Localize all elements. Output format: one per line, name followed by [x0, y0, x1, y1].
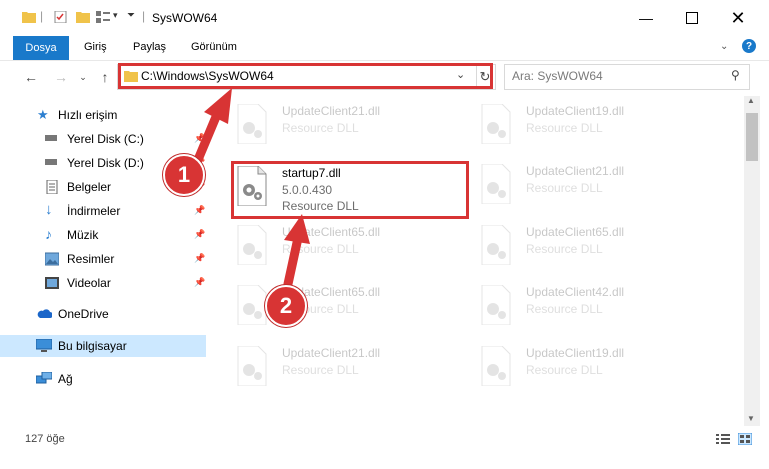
window-title: SysWOW64	[152, 11, 218, 25]
callout-badge-1: 1	[163, 154, 205, 196]
sidebar-item-label: Bu bilgisayar	[58, 339, 127, 353]
file-name: UpdateClient21.dll	[526, 164, 625, 178]
arrow-up-icon: ↑	[101, 69, 109, 85]
sidebar-item-label: Resimler	[67, 252, 115, 266]
tab-gorunum[interactable]: Görünüm	[191, 41, 237, 53]
scroll-up-icon[interactable]: ▲	[747, 96, 755, 105]
file-tile[interactable]: UpdateClient21.dll Resource DLL	[236, 346, 456, 402]
maximize-icon	[686, 12, 698, 24]
status-item-count: 127 öğe	[25, 433, 65, 445]
videos-icon	[45, 277, 59, 289]
file-name: UpdateClient21.dll	[282, 346, 381, 360]
drive-icon	[45, 135, 57, 141]
file-tile[interactable]: UpdateClient19.dll Resource DLL	[480, 346, 720, 402]
computer-icon	[36, 339, 52, 352]
dll-file-icon	[237, 346, 267, 386]
file-type: Resource DLL	[526, 363, 603, 377]
file-type: Resource DLL	[526, 181, 603, 195]
help-icon[interactable]: ?	[742, 39, 756, 53]
search-icon[interactable]: ⚲	[731, 68, 740, 82]
dll-file-icon	[481, 285, 511, 325]
file-type: Resource DLL	[282, 363, 359, 377]
sidebar-item-label: Belgeler	[67, 180, 112, 194]
cloud-icon	[37, 309, 52, 318]
file-tile[interactable]: UpdateClient19.dll Resource DLL	[480, 104, 720, 160]
properties-icon[interactable]	[54, 11, 68, 23]
file-type: Resource DLL	[526, 242, 603, 256]
recent-locations-button[interactable]: ⌄	[74, 68, 92, 86]
scroll-down-icon[interactable]: ▼	[747, 414, 755, 423]
minimize-button[interactable]: —	[623, 0, 669, 36]
dll-file-icon	[481, 164, 511, 204]
sidebar-item-label: Ağ	[58, 372, 73, 386]
sidebar-item-label: Yerel Disk (C:)	[67, 132, 144, 146]
file-tile[interactable]: UpdateClient21.dll Resource DLL	[480, 164, 720, 220]
network-icon	[36, 372, 52, 384]
callout-badge-2: 2	[265, 285, 307, 327]
documents-icon	[46, 180, 58, 194]
scrollbar-thumb[interactable]	[746, 113, 758, 161]
file-name: UpdateClient42.dll	[526, 285, 625, 299]
sidebar-item-label: OneDrive	[58, 307, 109, 321]
close-icon: ✕	[730, 7, 746, 28]
search-placeholder: Ara: SysWOW64	[512, 69, 603, 83]
details-view-icon[interactable]	[716, 433, 730, 445]
music-icon: ♪	[45, 226, 52, 242]
maximize-button[interactable]	[669, 0, 715, 36]
tab-dosya[interactable]: Dosya	[13, 36, 69, 60]
sidebar-item-label: Müzik	[67, 228, 99, 242]
star-icon: ★	[37, 107, 49, 122]
sidebar-item-label: İndirmeler	[67, 204, 121, 218]
file-tile[interactable]: UpdateClient65.dll Resource DLL	[480, 225, 720, 281]
download-icon: ↓	[45, 201, 53, 218]
customize-toolbar-icon[interactable]: ⏷	[127, 10, 135, 21]
arrow-right-icon: →	[54, 69, 68, 85]
dll-file-icon	[481, 104, 511, 144]
close-button[interactable]: ✕	[715, 0, 761, 36]
separator: |	[40, 9, 44, 23]
tiles-view-icon[interactable]	[738, 433, 752, 445]
callout-arrows	[187, 88, 310, 289]
view-options-icon[interactable]	[96, 11, 110, 23]
folder-icon	[22, 12, 36, 23]
file-name: UpdateClient65.dll	[526, 225, 625, 239]
new-folder-icon[interactable]	[76, 11, 90, 23]
sidebar-item-network[interactable]: Ağ	[0, 368, 206, 390]
sidebar-item-label: Yerel Disk (D:)	[67, 156, 144, 170]
sidebar-item-label: Hızlı erişim	[58, 108, 118, 122]
expand-ribbon-icon[interactable]: ⌄	[720, 41, 728, 52]
dll-file-icon	[481, 225, 511, 265]
tab-giris[interactable]: Giriş	[84, 41, 107, 53]
chevron-down-icon[interactable]: ▾	[113, 10, 118, 21]
back-button[interactable]: ←	[22, 68, 40, 86]
forward-button[interactable]: →	[52, 68, 70, 86]
ribbon	[0, 36, 769, 61]
pictures-icon	[45, 252, 59, 266]
chevron-down-icon: ⌄	[79, 71, 87, 82]
drive-icon	[45, 159, 57, 165]
separator: |	[142, 9, 146, 23]
sidebar-item-label: Videolar	[67, 276, 111, 290]
dll-file-icon	[481, 346, 511, 386]
file-type: Resource DLL	[526, 302, 603, 316]
file-tile[interactable]: UpdateClient42.dll Resource DLL	[480, 285, 720, 341]
up-button[interactable]: ↑	[96, 68, 114, 86]
file-name: UpdateClient19.dll	[526, 104, 625, 118]
arrow-left-icon: ←	[24, 69, 38, 85]
file-name: UpdateClient19.dll	[526, 346, 625, 360]
minimize-icon: —	[639, 10, 653, 26]
tab-paylas[interactable]: Paylaş	[133, 41, 166, 53]
sidebar-item-this-pc[interactable]: Bu bilgisayar	[0, 335, 206, 357]
file-type: Resource DLL	[526, 121, 603, 135]
